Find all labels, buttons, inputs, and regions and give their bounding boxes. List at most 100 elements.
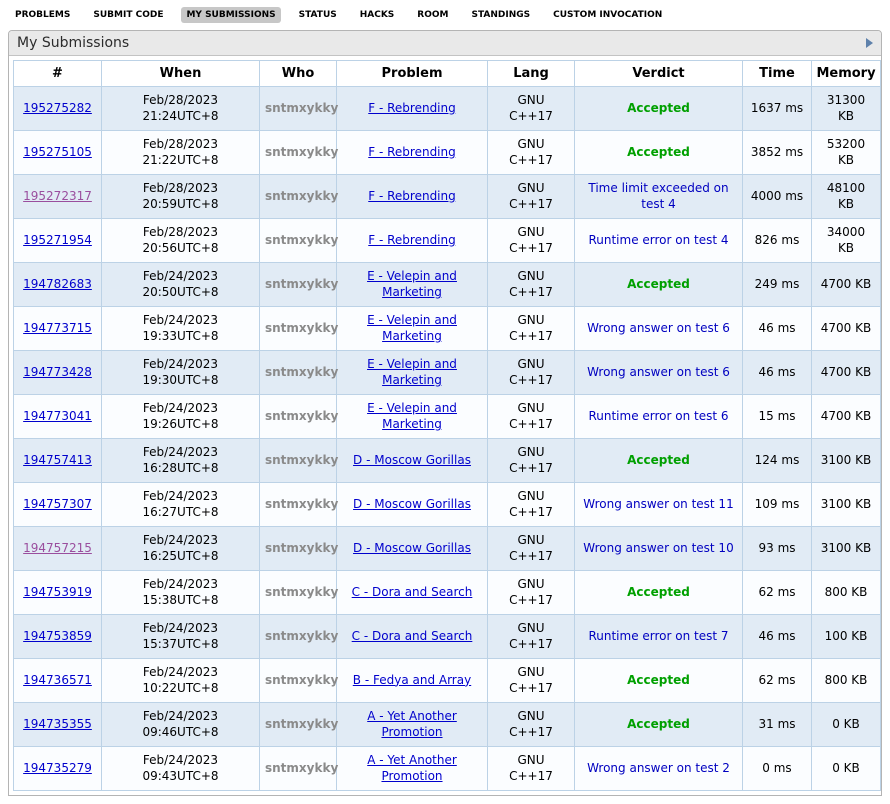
verdict-cell: Accepted [575, 659, 743, 703]
column-header-time: Time [743, 61, 812, 87]
problem-link[interactable]: F - Rebrending [368, 101, 456, 115]
submissions-table: #WhenWhoProblemLangVerdictTimeMemory 195… [13, 60, 881, 791]
problem-link[interactable]: F - Rebrending [368, 189, 456, 203]
problem-link[interactable]: E - Velepin and Marketing [367, 401, 457, 431]
when-cell: Feb/24/2023 16:25UTC+8 [102, 527, 260, 571]
table-row: 194736571 Feb/24/2023 10:22UTC+8 sntmxyk… [14, 659, 881, 703]
lang-cell: GNU C++17 [488, 571, 575, 615]
submission-id-cell: 194735279 [14, 747, 102, 791]
problem-link[interactable]: F - Rebrending [368, 233, 456, 247]
nav-item-status[interactable]: STATUS [294, 7, 342, 23]
lang-label: GNU C++17 [508, 181, 554, 212]
problem-cell: C - Dora and Search [337, 571, 488, 615]
time-cell: 46 ms [743, 615, 812, 659]
submission-id-link[interactable]: 194735279 [23, 761, 92, 775]
problem-link[interactable]: D - Moscow Gorillas [353, 541, 471, 555]
lang-label: GNU C++17 [508, 357, 554, 388]
nav-item-my-submissions[interactable]: MY SUBMISSIONS [181, 7, 280, 23]
problem-link[interactable]: B - Fedya and Array [353, 673, 471, 687]
memory-cell: 4700 KB [812, 307, 881, 351]
problem-link[interactable]: C - Dora and Search [352, 585, 473, 599]
when-cell: Feb/24/2023 19:30UTC+8 [102, 351, 260, 395]
submission-id-link[interactable]: 194773715 [23, 321, 92, 335]
submission-id-link[interactable]: 195275282 [23, 101, 92, 115]
problem-link[interactable]: A - Yet Another Promotion [367, 709, 457, 739]
lang-label: GNU C++17 [508, 137, 554, 168]
submission-id-link[interactable]: 194773428 [23, 365, 92, 379]
lang-label: GNU C++17 [508, 753, 554, 784]
nav-item-custom-invocation[interactable]: CUSTOM INVOCATION [548, 7, 667, 23]
submission-id-link[interactable]: 194735355 [23, 717, 92, 731]
lang-cell: GNU C++17 [488, 527, 575, 571]
table-row: 194773715 Feb/24/2023 19:33UTC+8 sntmxyk… [14, 307, 881, 351]
when-date: Feb/24/2023 [107, 313, 254, 329]
when-cell: Feb/24/2023 15:37UTC+8 [102, 615, 260, 659]
submission-id-link[interactable]: 194753919 [23, 585, 92, 599]
when-date: Feb/24/2023 [107, 489, 254, 505]
lang-label: GNU C++17 [508, 445, 554, 476]
who-cell: sntmxykky [260, 703, 337, 747]
problem-link[interactable]: E - Velepin and Marketing [367, 269, 457, 299]
problem-cell: E - Velepin and Marketing [337, 263, 488, 307]
lang-cell: GNU C++17 [488, 351, 575, 395]
nav-item-standings[interactable]: STANDINGS [467, 7, 536, 23]
problem-link[interactable]: A - Yet Another Promotion [367, 753, 457, 783]
lang-cell: GNU C++17 [488, 659, 575, 703]
when-date: Feb/24/2023 [107, 401, 254, 417]
problem-link[interactable]: C - Dora and Search [352, 629, 473, 643]
when-date: Feb/24/2023 [107, 753, 254, 769]
when-cell: Feb/24/2023 16:28UTC+8 [102, 439, 260, 483]
submission-id-link[interactable]: 194782683 [23, 277, 92, 291]
submission-id-link[interactable]: 194736571 [23, 673, 92, 687]
time-cell: 46 ms [743, 307, 812, 351]
time-cell: 124 ms [743, 439, 812, 483]
table-row: 194757307 Feb/24/2023 16:27UTC+8 sntmxyk… [14, 483, 881, 527]
nav-item-problems[interactable]: PROBLEMS [10, 7, 75, 23]
submission-id-link[interactable]: 194757307 [23, 497, 92, 511]
expand-arrow-icon[interactable] [866, 38, 873, 48]
problem-link[interactable]: F - Rebrending [368, 145, 456, 159]
problem-link[interactable]: E - Velepin and Marketing [367, 357, 457, 387]
lang-label: GNU C++17 [508, 93, 554, 124]
nav-item-hacks[interactable]: HACKS [355, 7, 400, 23]
submission-id-link[interactable]: 195275105 [23, 145, 92, 159]
column-header-when: When [102, 61, 260, 87]
submission-id-link[interactable]: 195272317 [23, 189, 92, 203]
lang-cell: GNU C++17 [488, 747, 575, 791]
nav-item-room[interactable]: ROOM [412, 7, 453, 23]
submission-id-cell: 194753919 [14, 571, 102, 615]
submission-id-link[interactable]: 195271954 [23, 233, 92, 247]
verdict-cell: Wrong answer on test 10 [575, 527, 743, 571]
submission-id-link[interactable]: 194757215 [23, 541, 92, 555]
verdict-label: Time limit exceeded on test 4 [588, 181, 728, 211]
memory-cell: 34000 KB [812, 219, 881, 263]
problem-link[interactable]: D - Moscow Gorillas [353, 453, 471, 467]
problem-cell: D - Moscow Gorillas [337, 439, 488, 483]
who-cell: sntmxykky [260, 395, 337, 439]
verdict-cell: Runtime error on test 6 [575, 395, 743, 439]
time-cell: 93 ms [743, 527, 812, 571]
submission-id-link[interactable]: 194773041 [23, 409, 92, 423]
who-cell: sntmxykky [260, 175, 337, 219]
time-cell: 15 ms [743, 395, 812, 439]
submission-id-link[interactable]: 194753859 [23, 629, 92, 643]
who-cell: sntmxykky [260, 307, 337, 351]
column-header-memory: Memory [812, 61, 881, 87]
when-cell: Feb/28/2023 21:24UTC+8 [102, 87, 260, 131]
submission-id-link[interactable]: 194757413 [23, 453, 92, 467]
verdict-label: Wrong answer on test 10 [583, 541, 733, 555]
problem-link[interactable]: E - Velepin and Marketing [367, 313, 457, 343]
table-row: 194782683 Feb/24/2023 20:50UTC+8 sntmxyk… [14, 263, 881, 307]
when-date: Feb/24/2023 [107, 621, 254, 637]
lang-label: GNU C++17 [508, 225, 554, 256]
submission-id-cell: 194773715 [14, 307, 102, 351]
problem-link[interactable]: D - Moscow Gorillas [353, 497, 471, 511]
table-wrap: #WhenWhoProblemLangVerdictTimeMemory 195… [9, 56, 881, 795]
when-date: Feb/24/2023 [107, 533, 254, 549]
verdict-label: Wrong answer on test 6 [587, 321, 730, 335]
lang-cell: GNU C++17 [488, 439, 575, 483]
lang-label: GNU C++17 [508, 577, 554, 608]
nav-item-submit-code[interactable]: SUBMIT CODE [88, 7, 168, 23]
when-cell: Feb/24/2023 20:50UTC+8 [102, 263, 260, 307]
table-row: 195272317 Feb/28/2023 20:59UTC+8 sntmxyk… [14, 175, 881, 219]
